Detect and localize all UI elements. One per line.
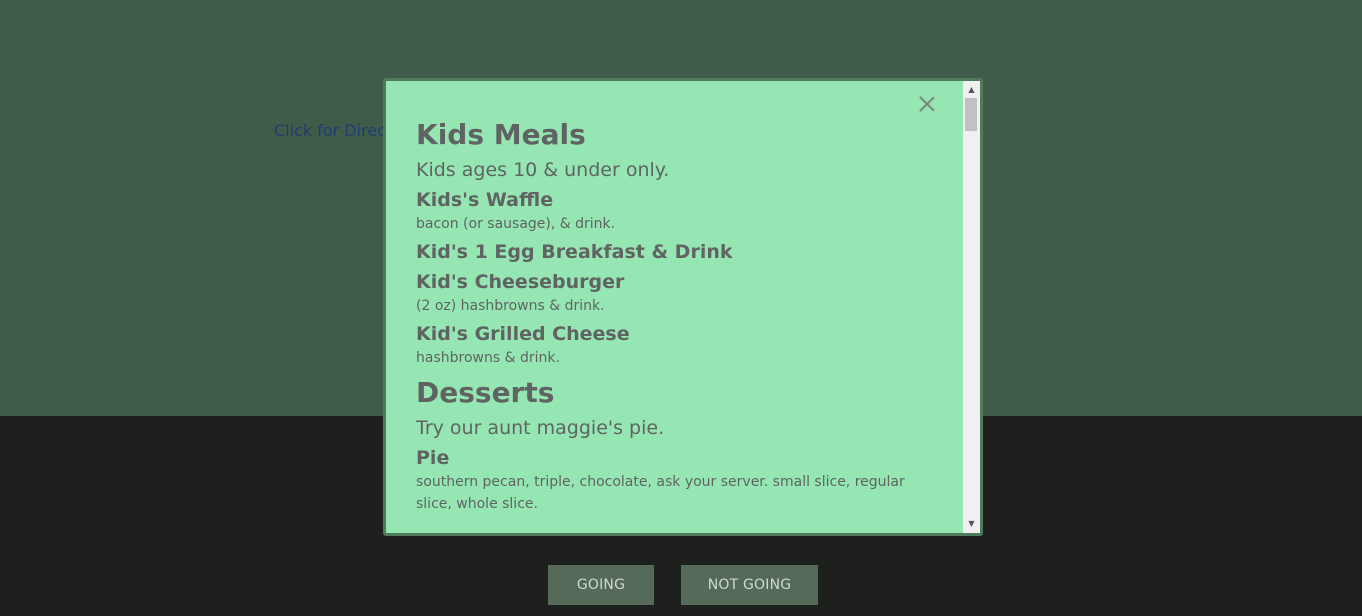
menu-item-description: hashbrowns & drink.: [416, 350, 560, 366]
menu-modal: Kids Meals Kids ages 10 & under only. Ki…: [383, 78, 983, 536]
menu-item-name: Pie: [416, 447, 450, 469]
section-subtitle: Try our aunt maggie's pie.: [416, 417, 665, 439]
section-subtitle: Kids ages 10 & under only.: [416, 159, 670, 181]
menu-item-name: Kid's Cheeseburger: [416, 271, 625, 293]
scroll-up-icon[interactable]: ▲: [963, 83, 980, 97]
menu-item-description: bacon (or sausage), & drink.: [416, 216, 616, 232]
menu-item-name: Kid's Grilled Cheese: [416, 323, 630, 345]
going-button[interactable]: GOING: [548, 565, 654, 605]
menu-item-description: (2 oz) hashbrowns & drink.: [416, 298, 605, 314]
directions-link[interactable]: Click for Direct: [274, 121, 392, 140]
page: Click for Direct GOING NOT GOING Kids Me…: [0, 0, 1362, 616]
close-icon[interactable]: [918, 95, 936, 113]
not-going-button[interactable]: NOT GOING: [681, 565, 818, 605]
section-title: Desserts: [416, 376, 555, 409]
modal-scrollbar[interactable]: ▲ ▼: [963, 81, 980, 533]
scroll-thumb[interactable]: [965, 98, 977, 131]
section-title: Kids Meals: [416, 118, 586, 151]
scroll-down-icon[interactable]: ▼: [963, 517, 980, 531]
modal-content[interactable]: Kids Meals Kids ages 10 & under only. Ki…: [386, 81, 963, 533]
menu-item-name: Kid's 1 Egg Breakfast & Drink: [416, 241, 733, 263]
menu-item-name: Kids's Waffle: [416, 189, 554, 211]
menu-item-description: southern pecan, triple, chocolate, ask y…: [416, 474, 905, 512]
menu-list: Kids Meals Kids ages 10 & under only. Ki…: [416, 117, 926, 515]
